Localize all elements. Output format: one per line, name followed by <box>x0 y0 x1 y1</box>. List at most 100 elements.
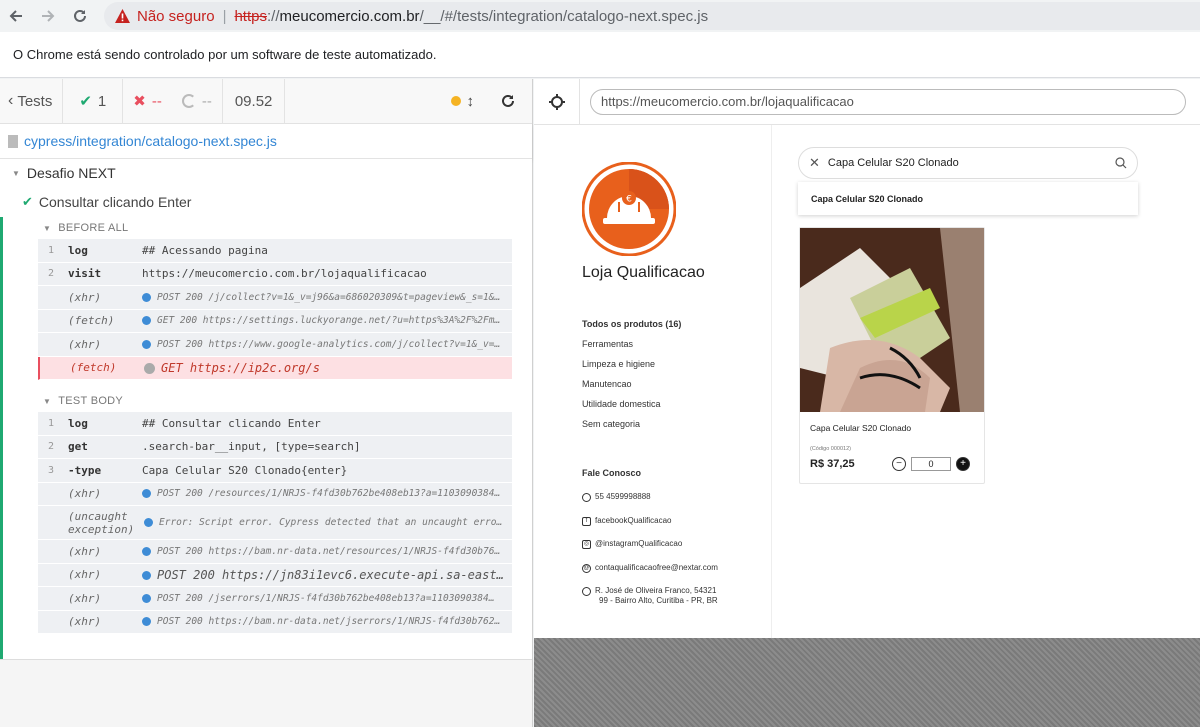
request-dot-icon <box>142 617 151 627</box>
command-row[interactable]: (xhr) POST 200 https://bam.nr-data.net/re… <box>38 540 512 564</box>
command-row[interactable]: 1 log ## Acessando pagina <box>38 239 512 263</box>
command-number: 1 <box>47 244 54 256</box>
command-name: log <box>68 416 88 430</box>
search-bar[interactable]: ✕ Capa Celular S20 Clonado <box>798 147 1138 179</box>
command-row[interactable]: (fetch) GET https://ip2c.org/s <box>38 356 512 380</box>
command-row[interactable]: (fetch) GET 200 https://settings.luckyora… <box>38 309 512 333</box>
test-title[interactable]: ✔ Consultar clicando Enter <box>0 187 532 217</box>
selector-playground-button[interactable] <box>534 78 580 125</box>
caret-down-icon: ▼ <box>43 396 52 406</box>
search-suggestion[interactable]: Capa Celular S20 Clonado <box>798 182 1138 215</box>
file-icon <box>8 134 18 148</box>
reload-button[interactable] <box>64 1 96 31</box>
product-image[interactable] <box>800 228 984 412</box>
clear-icon[interactable]: ✕ <box>809 155 820 171</box>
command-row[interactable]: 1 log ## Consultar clicando Enter <box>38 412 512 436</box>
forward-button[interactable] <box>32 1 64 31</box>
product-card[interactable]: Capa Celular S20 Clonado (Código 000012)… <box>799 227 985 484</box>
controls: ↕ <box>450 79 533 124</box>
product-title[interactable]: Capa Celular S20 Clonado <box>810 423 911 433</box>
runnables-list: ▼ Desafio NEXT ✔ Consultar clicando Ente… <box>0 159 532 659</box>
before-all-hook[interactable]: ▼ BEFORE ALL <box>3 217 532 239</box>
command-row[interactable]: (xhr) POST 200 https://jn83i1evc6.execute… <box>38 563 512 587</box>
reporter-panel: ‹ Tests ✔ 1 ✖ -- -- 09.52 ↕ cypress/inte… <box>0 78 533 727</box>
command-name: (xhr) <box>68 337 102 351</box>
command-name: (xhr) <box>68 615 102 629</box>
command-message: ## Consultar clicando Enter <box>142 416 321 430</box>
suite-title[interactable]: ▼ Desafio NEXT <box>0 159 532 187</box>
command-name: (fetch) <box>68 314 115 328</box>
command-row[interactable]: 3 -type Capa Celular S20 Clonado{enter} <box>38 459 512 483</box>
security-label[interactable]: Não seguro <box>137 8 215 25</box>
request-dot-icon <box>142 593 151 603</box>
command-name: log <box>68 243 88 257</box>
restart-icon[interactable] <box>500 93 516 109</box>
tests-label: Tests <box>17 92 53 110</box>
command-message-text: POST 200 https://bam.nr-data.net/jserror… <box>157 616 501 628</box>
request-dot-icon <box>142 316 151 326</box>
category-item[interactable]: Ferramentas <box>582 339 681 359</box>
command-message: GET 200 https://settings.luckyorange.net… <box>142 315 512 326</box>
command-row[interactable]: 2 get .search-bar__input, [type=search] <box>38 435 512 459</box>
command-number: 3 <box>47 464 54 476</box>
command-row[interactable]: (xhr) POST 200 /resources/1/NRJS-f4fd30b7… <box>38 482 512 506</box>
back-button[interactable] <box>0 1 32 31</box>
quantity-input[interactable]: 0 <box>911 457 951 471</box>
separator: | <box>222 7 227 25</box>
aut-header: https://meucomercio.com.br/lojaqualifica… <box>534 78 1200 125</box>
command-message: POST 200 /j/collect?v=1&_v=j96&a=6860203… <box>142 292 512 303</box>
contact-facebook[interactable]: f facebookQualificacao <box>582 516 718 540</box>
contact-instagram[interactable]: ◎ @instagramQualificacao <box>582 539 718 563</box>
category-item[interactable]: Sem categoria <box>582 419 681 439</box>
check-icon: ✔ <box>22 194 33 209</box>
command-row[interactable]: 2 visit https://meucomercio.com.br/lojaqua… <box>38 262 512 286</box>
search-input[interactable]: Capa Celular S20 Clonado <box>828 157 959 169</box>
category-item[interactable]: Limpeza e higiene <box>582 359 681 379</box>
product-code: (Código 000012) <box>810 446 851 452</box>
product-photo <box>800 228 984 412</box>
contact-text: contaqualificacaofree@nextar.com <box>595 562 718 572</box>
command-name: (fetch) <box>70 361 117 375</box>
command-name: (xhr) <box>68 568 102 582</box>
category-item[interactable]: Utilidade domestica <box>582 399 681 419</box>
stats-bar: ‹ Tests ✔ 1 ✖ -- -- 09.52 ↕ <box>0 78 533 124</box>
arrow-right-icon <box>42 10 55 22</box>
x-icon: ✖ <box>133 93 146 110</box>
command-row[interactable]: (xhr) POST 200 /jserrors/1/NRJS-f4fd30b76… <box>38 587 512 611</box>
category-item[interactable]: Todos os produtos (16) <box>582 319 681 339</box>
decrement-button[interactable]: − <box>892 457 906 471</box>
tests-button[interactable]: ‹ Tests <box>0 78 64 124</box>
category-item[interactable]: Manutencao <box>582 379 681 399</box>
address-line-2: 99 - Bairro Alto, Curitiba - PR, BR <box>599 596 718 605</box>
command-name: (xhr) <box>68 487 102 501</box>
contact-email[interactable]: @ contaqualificacaofree@nextar.com <box>582 563 718 587</box>
test-body-hook[interactable]: ▼ TEST BODY <box>3 390 532 412</box>
address-bar[interactable]: Não seguro | https://meucomercio.com.br /… <box>104 2 1200 30</box>
aut-url-field[interactable]: https://meucomercio.com.br/lojaqualifica… <box>590 88 1186 115</box>
command-number: 2 <box>47 441 54 453</box>
contact-title: Fale Conosco <box>582 468 642 478</box>
duration-value: 09.52 <box>234 92 273 110</box>
caret-down-icon: ▼ <box>12 168 20 178</box>
search-icon[interactable] <box>1115 157 1127 169</box>
chevron-left-icon: ‹ <box>8 92 14 109</box>
spec-path-link[interactable]: cypress/integration/catalogo-next.spec.j… <box>24 133 277 149</box>
command-row[interactable]: (xhr) POST 200 /j/collect?v=1&_v=j96&a=68… <box>38 286 512 310</box>
command-message: POST 200 /jserrors/1/NRJS-f4fd30b762be40… <box>142 593 512 604</box>
url-path: /__/#/tests/integration/catalogo-next.sp… <box>419 7 709 25</box>
command-number: 1 <box>47 417 54 429</box>
url-protocol: https <box>234 7 267 25</box>
test-label: Consultar clicando Enter <box>38 194 192 210</box>
contact-phone[interactable]: 55 4599998888 <box>582 492 718 516</box>
hook-label: BEFORE ALL <box>58 222 129 234</box>
command-message: POST 200 https://jn83i1evc6.execute-api.… <box>142 568 512 582</box>
command-row[interactable]: (xhr) POST 200 https://bam.nr-data.net/js… <box>38 610 512 634</box>
increment-button[interactable]: + <box>956 457 970 471</box>
scroll-arrows-icon[interactable]: ↕ <box>467 93 475 110</box>
command-row[interactable]: (xhr) POST 200 https://www.google-analyti… <box>38 333 512 357</box>
command-message-text: POST 200 /j/collect?v=1&_v=j96&a=6860203… <box>157 291 501 303</box>
url-separator: :// <box>267 7 280 25</box>
command-message: POST 200 /resources/1/NRJS-f4fd30b762be4… <box>142 488 512 499</box>
command-row[interactable]: (uncaught exception) Error: Script error.… <box>38 506 512 540</box>
quantity-stepper: − 0 + <box>892 457 970 471</box>
